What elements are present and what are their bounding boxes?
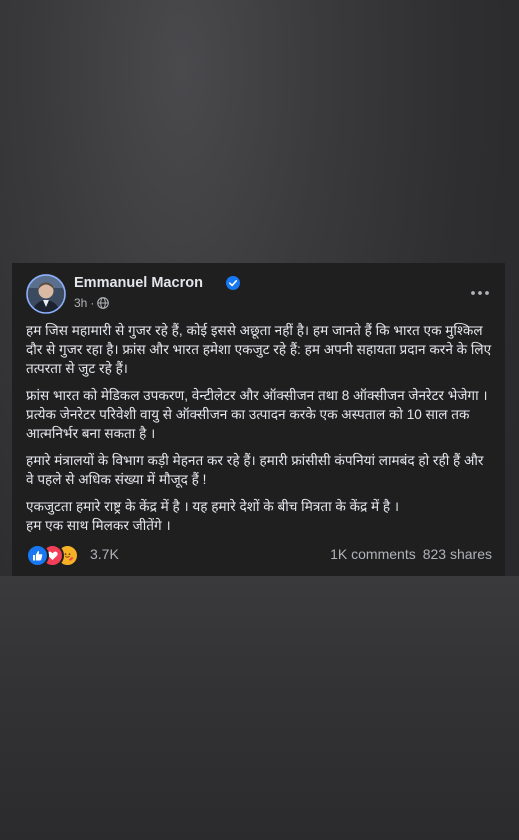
reactions-summary[interactable] (26, 544, 86, 567)
author-name[interactable]: Emmanuel Macron (74, 275, 203, 291)
post-paragraph-2: फ्रांस भारत को मेडिकल उपकरण, वेन्टीलेटर … (26, 388, 488, 441)
post-footer: 3.7K 1K comments 823 shares (26, 544, 494, 567)
post-paragraph-3: हमारे मंत्रालयों के विभाग कड़ी मेहनत कर … (26, 453, 484, 487)
reaction-count[interactable]: 3.7K (90, 546, 119, 562)
post-body: हम जिस महामारी से गुजर रहे हैं, कोई इससे… (26, 321, 494, 543)
verified-badge-icon (226, 276, 240, 290)
meta-separator: · (90, 296, 95, 310)
post-header: Emmanuel Macron 3h · (26, 274, 491, 314)
comments-count[interactable]: 1K comments (330, 546, 416, 562)
globe-icon[interactable] (97, 297, 110, 309)
post-paragraph-4: एकजुटता हमारे राष्ट्र के केंद्र में है ।… (26, 499, 400, 533)
like-icon (26, 544, 49, 567)
post-meta: 3h · (74, 296, 110, 310)
post-paragraph-1: हम जिस महामारी से गुजर रहे हैं, कोई इससे… (26, 323, 492, 376)
author-avatar[interactable] (26, 274, 66, 314)
background-lower (0, 576, 519, 840)
post-time[interactable]: 3h (74, 296, 87, 310)
post-stats: 1K comments 823 shares (330, 546, 492, 562)
facebook-post-card: Emmanuel Macron 3h · हम जिस महामारी से गु… (12, 263, 505, 576)
more-options-icon[interactable] (469, 284, 491, 302)
shares-count[interactable]: 823 shares (423, 546, 492, 562)
avatar-image (26, 274, 66, 314)
